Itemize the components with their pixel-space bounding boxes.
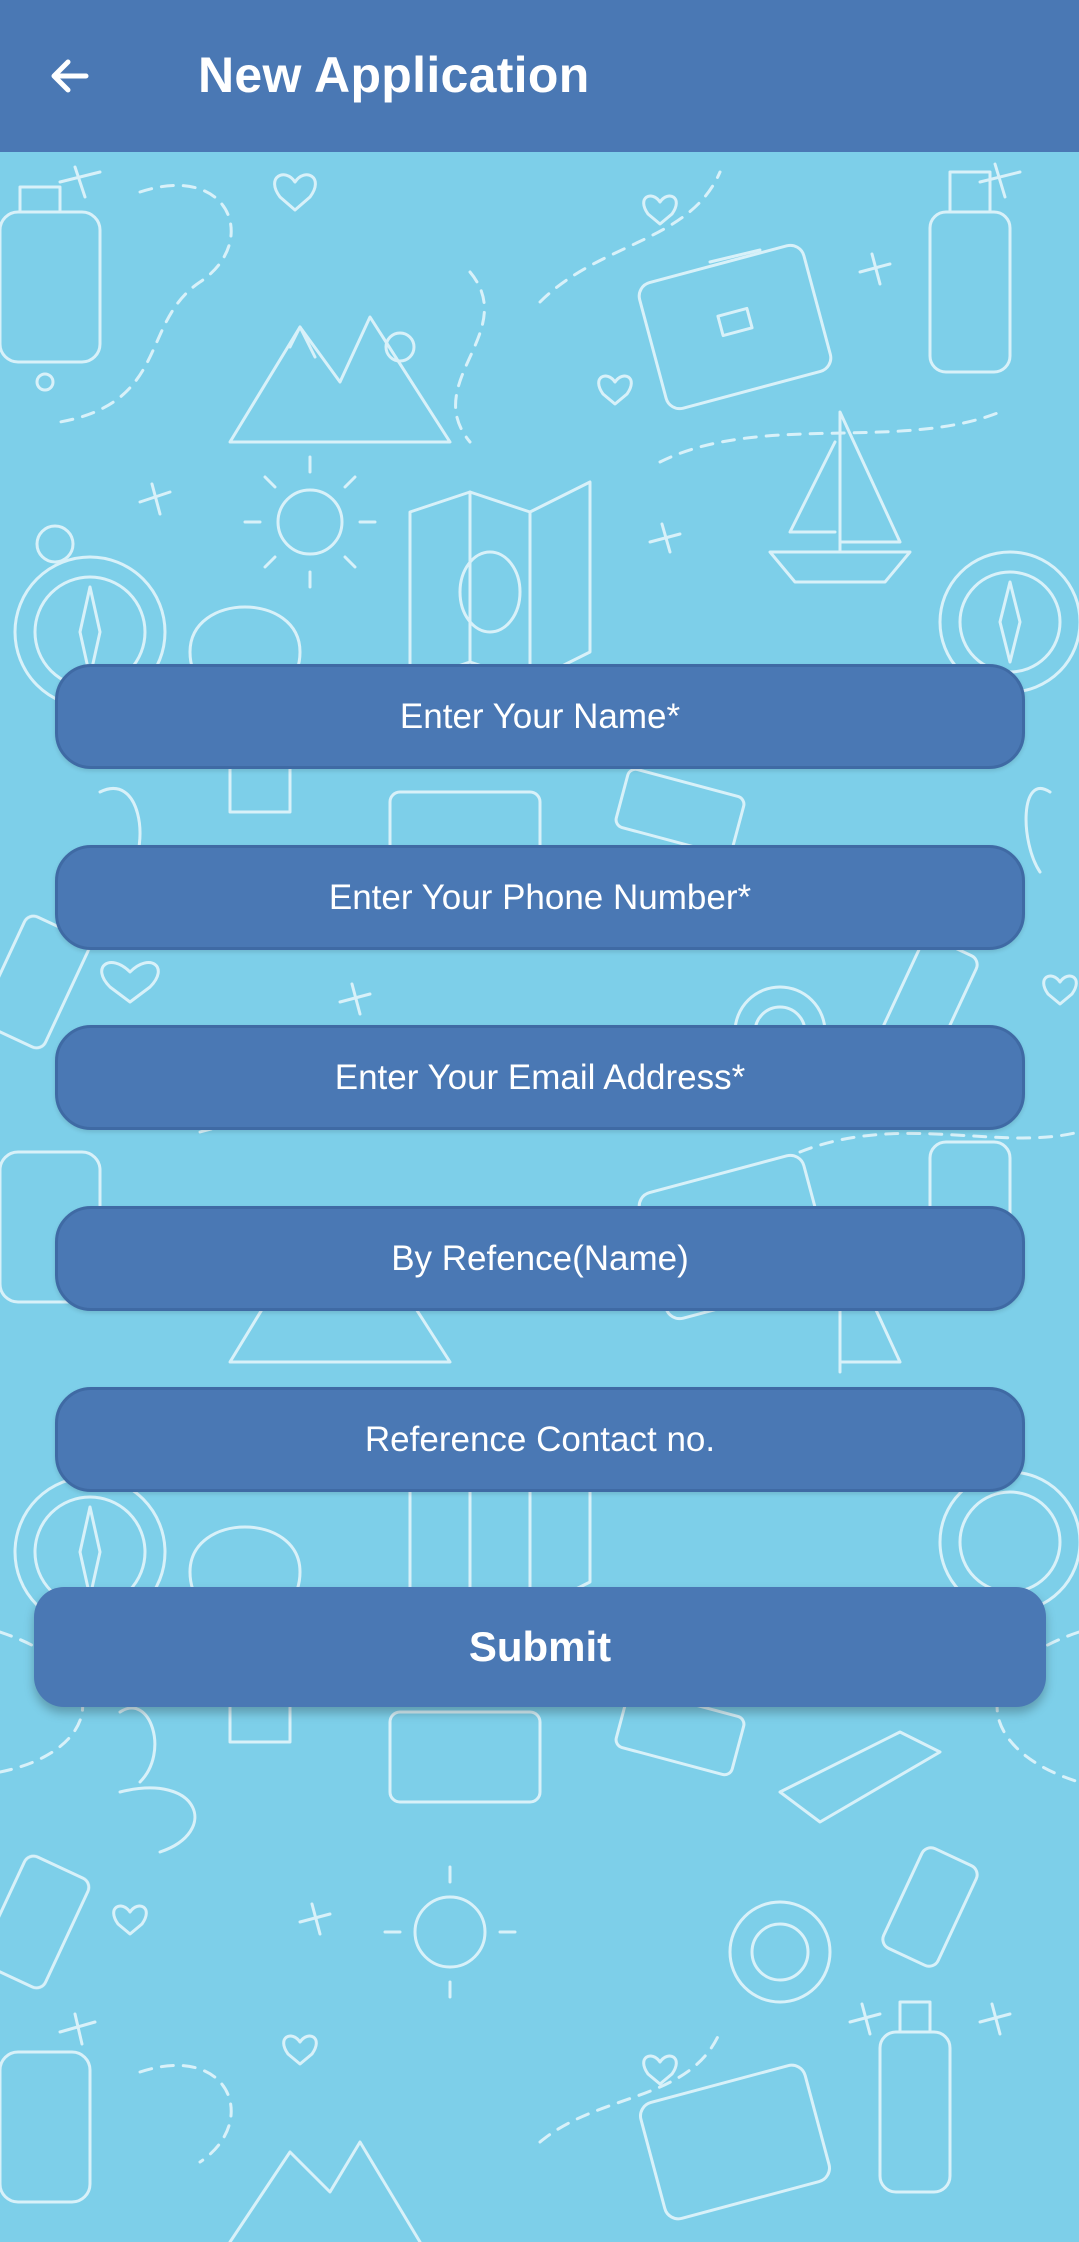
phone-input[interactable]: [55, 845, 1025, 950]
new-application-screen: New Application Enter Your Name* Enter Y…: [0, 0, 1079, 2242]
submit-button[interactable]: Submit: [34, 1587, 1046, 1707]
back-button[interactable]: [30, 36, 110, 116]
page-title: New Application: [198, 47, 590, 103]
app-bar: New Application: [0, 0, 1079, 152]
email-input[interactable]: [55, 1025, 1025, 1130]
arrow-left-icon: [51, 59, 89, 93]
name-input[interactable]: [55, 664, 1025, 769]
reference-name-input[interactable]: [55, 1206, 1025, 1311]
application-form: Submit: [0, 0, 1079, 2242]
reference-contact-input[interactable]: [55, 1387, 1025, 1492]
